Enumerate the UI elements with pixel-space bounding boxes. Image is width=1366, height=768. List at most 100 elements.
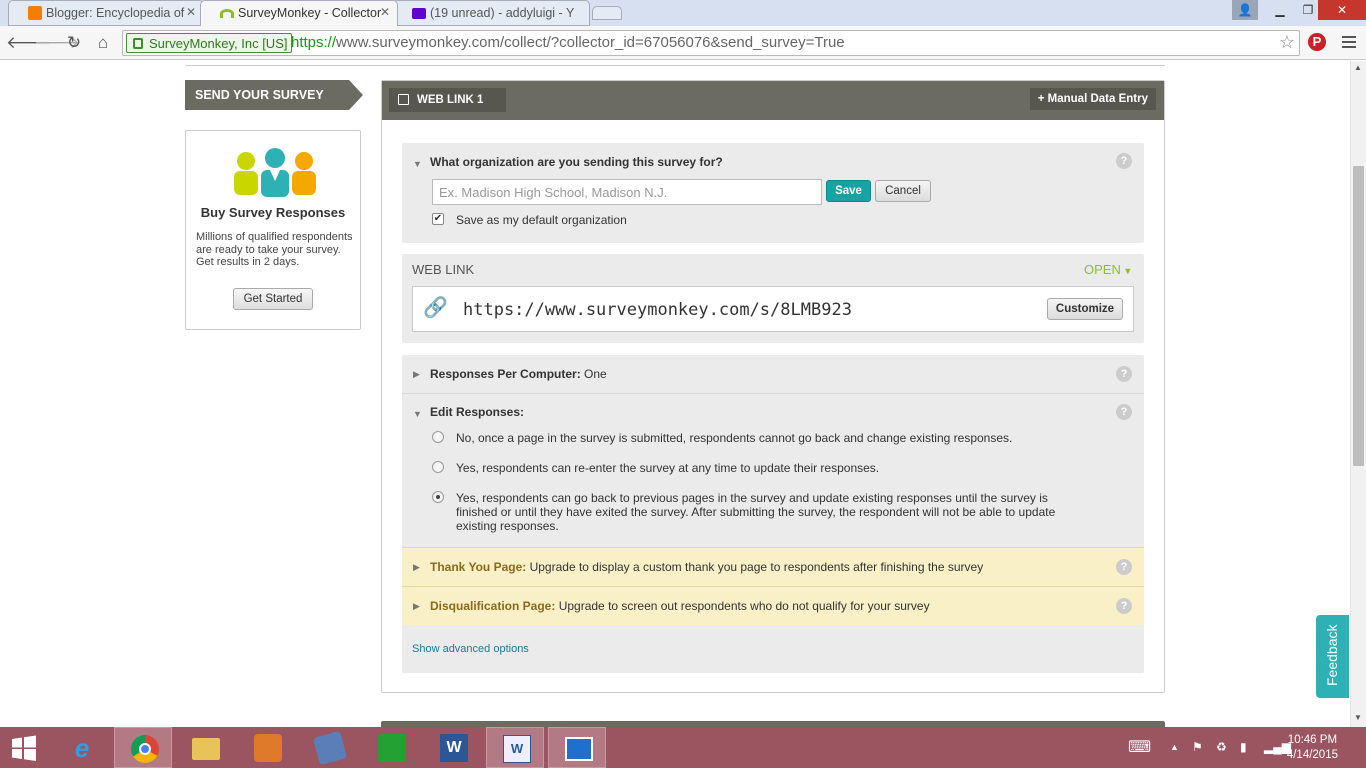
store-icon: [378, 734, 406, 762]
tab-yahoo-mail[interactable]: (19 unread) - addyluigi - Y: [392, 0, 590, 26]
edit-option-radio-goback[interactable]: [432, 491, 444, 503]
pinterest-icon[interactable]: P: [1308, 33, 1326, 51]
url-text[interactable]: https://www.surveymonkey.com/collect/?co…: [291, 34, 845, 51]
tab-blogger[interactable]: Blogger: Encyclopedia of ✕: [8, 0, 204, 26]
expand-triangle-icon: ▶: [413, 601, 420, 611]
surveymonkey-icon: [220, 9, 234, 18]
reload-icon[interactable]: ↻: [63, 32, 85, 54]
help-icon[interactable]: ?: [1116, 404, 1132, 420]
lock-icon: [133, 38, 143, 49]
recycle-icon[interactable]: ♻: [1216, 740, 1227, 754]
scroll-down-arrow-icon[interactable]: ▼: [1354, 713, 1362, 722]
edit-option-radio-no[interactable]: [432, 431, 444, 443]
buy-description: Millions of qualified respondents are re…: [196, 231, 353, 268]
edit-option-label: Yes, respondents can go back to previous…: [456, 491, 1056, 533]
responses-per-computer-row[interactable]: ▶ Responses Per Computer: One ?: [402, 355, 1144, 394]
media-icon: [312, 730, 348, 766]
system-clock[interactable]: 10:46 PM 4/14/2015: [1287, 733, 1338, 763]
edit-icon: [398, 94, 409, 105]
windows-logo-icon: [12, 735, 36, 761]
web-link-section: WEB LINK OPEN ▼ 🔗 https://www.surveymonk…: [402, 254, 1144, 343]
disqualification-page-row[interactable]: ▶ Disqualification Page: Upgrade to scre…: [402, 586, 1144, 625]
tab-web-link-1[interactable]: WEB LINK 1: [389, 88, 506, 112]
taskbar-word[interactable]: W: [424, 727, 482, 768]
scrollbar[interactable]: ▲ ▼: [1350, 61, 1366, 727]
taskbar-store[interactable]: [362, 727, 420, 768]
menu-icon[interactable]: [1342, 36, 1356, 48]
battery-icon[interactable]: ▮: [1240, 740, 1247, 754]
address-bar[interactable]: SurveyMonkey, Inc [US] https://www.surve…: [122, 30, 1300, 56]
send-survey-header: SEND YOUR SURVEY: [185, 80, 363, 110]
settings-section: ▶ Responses Per Computer: One ? ▼ Edit R…: [402, 355, 1144, 673]
flag-icon[interactable]: ⚑: [1192, 740, 1203, 754]
web-link-field: 🔗 https://www.surveymonkey.com/s/8LMB923…: [412, 286, 1134, 332]
forward-arrow-icon[interactable]: 🡒: [34, 32, 80, 54]
taskbar-app-4[interactable]: [238, 727, 296, 768]
taskbar-ie[interactable]: e: [52, 727, 110, 768]
browser-toolbar: 🡐 🡒 ↻ ⌂ SurveyMonkey, Inc [US] https://w…: [0, 26, 1366, 60]
panel-header: WEB LINK 1 + Manual Data Entry: [382, 81, 1164, 120]
default-org-label: Save as my default organization: [456, 213, 627, 227]
buy-title: Buy Survey Responses: [200, 205, 346, 220]
divider: [185, 61, 1165, 66]
help-icon[interactable]: ?: [1116, 153, 1132, 169]
survey-url[interactable]: https://www.surveymonkey.com/s/8LMB923: [463, 300, 852, 320]
collapse-triangle-icon[interactable]: ▼: [413, 409, 422, 419]
taskbar-app-5[interactable]: [300, 727, 358, 768]
taskbar-word-document[interactable]: W: [486, 727, 544, 768]
tab-title: Blogger: Encyclopedia of: [46, 6, 185, 20]
get-started-button[interactable]: Get Started: [233, 288, 313, 310]
collector-panel: WEB LINK 1 + Manual Data Entry ▼ What or…: [381, 80, 1165, 693]
customize-button[interactable]: Customize: [1047, 298, 1123, 320]
edit-responses-label: Edit Responses:: [430, 405, 525, 419]
collapse-triangle-icon[interactable]: ▼: [413, 159, 422, 169]
scrollbar-thumb[interactable]: [1353, 166, 1364, 466]
status-dropdown[interactable]: OPEN ▼: [1084, 262, 1132, 277]
cancel-button[interactable]: Cancel: [875, 180, 931, 202]
org-question: What organization are you sending this s…: [430, 155, 723, 169]
show-hidden-icons-icon[interactable]: ▲: [1170, 742, 1179, 752]
help-icon[interactable]: ?: [1116, 366, 1132, 382]
page-content: SEND YOUR SURVEY Buy Survey Responses Mi…: [0, 61, 1350, 727]
default-org-checkbox[interactable]: ✔: [432, 213, 444, 225]
yahoo-mail-icon: [412, 8, 426, 19]
organization-section: ▼ What organization are you sending this…: [402, 143, 1144, 243]
feedback-tab[interactable]: Feedback: [1316, 615, 1349, 698]
tab-title: SurveyMonkey - Collector: [238, 6, 382, 20]
taskbar-mail[interactable]: [548, 727, 606, 768]
back-arrow-icon[interactable]: 🡐: [6, 32, 52, 54]
people-icon: [234, 148, 316, 197]
edit-option-radio-reenter[interactable]: [432, 461, 444, 473]
thank-you-page-row[interactable]: ▶ Thank You Page: Upgrade to display a c…: [402, 547, 1144, 586]
start-button[interactable]: [0, 727, 50, 768]
mail-icon: [565, 737, 593, 761]
bookmark-star-icon[interactable]: ☆: [1279, 32, 1295, 53]
tab-title: (19 unread) - addyluigi - Y: [430, 6, 575, 20]
show-advanced-options-link[interactable]: Show advanced options: [412, 643, 529, 655]
scroll-up-arrow-icon[interactable]: ▲: [1354, 63, 1362, 72]
organization-input[interactable]: [432, 179, 822, 205]
paint-icon: [254, 734, 282, 762]
help-icon[interactable]: ?: [1116, 598, 1132, 614]
taskbar-file-explorer[interactable]: [176, 727, 234, 768]
tab-surveymonkey[interactable]: SurveyMonkey - Collector ✕: [200, 0, 398, 26]
manual-data-entry-button[interactable]: + Manual Data Entry: [1029, 88, 1156, 110]
word-icon: W: [440, 734, 468, 762]
edit-option-label: Yes, respondents can re-enter the survey…: [456, 461, 880, 475]
save-button[interactable]: Save: [826, 180, 871, 202]
keyboard-icon[interactable]: ⌨: [1128, 737, 1151, 757]
close-icon[interactable]: ✕: [186, 5, 196, 19]
ev-label: SurveyMonkey, Inc [US]: [149, 36, 288, 51]
web-link-title: WEB LINK: [412, 262, 475, 277]
close-window-button[interactable]: ✕: [1318, 0, 1366, 20]
taskbar-chrome[interactable]: [114, 727, 172, 768]
expand-triangle-icon: ▶: [413, 369, 420, 379]
user-icon[interactable]: 👤: [1232, 0, 1258, 20]
new-tab-button[interactable]: [592, 0, 622, 26]
expand-triangle-icon: ▶: [413, 562, 420, 572]
help-icon[interactable]: ?: [1116, 559, 1132, 575]
home-icon[interactable]: ⌂: [92, 32, 114, 54]
close-icon[interactable]: ✕: [380, 5, 390, 19]
document-icon: W: [503, 735, 531, 763]
ev-certificate-badge[interactable]: SurveyMonkey, Inc [US]: [126, 33, 293, 53]
